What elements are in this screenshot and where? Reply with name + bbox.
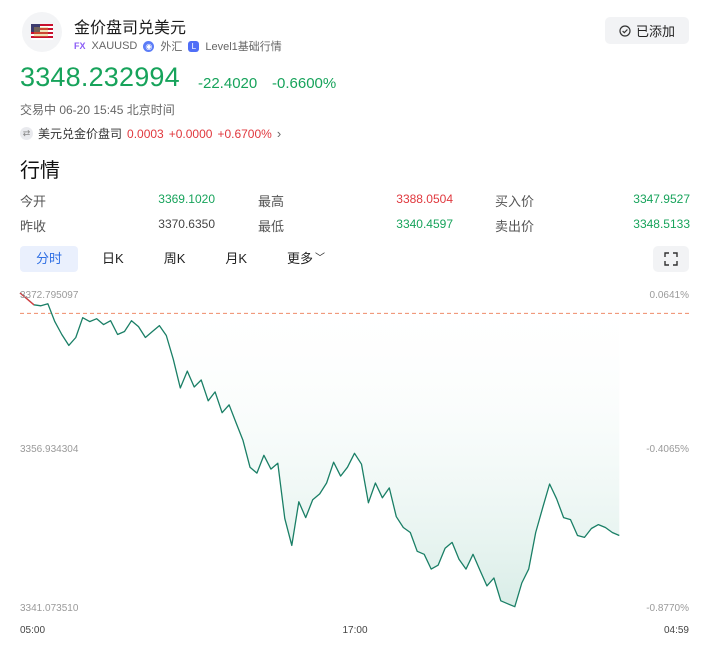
- market-tag: FX: [74, 41, 86, 51]
- y-axis-label-mid: 3356.934304: [20, 444, 79, 455]
- symbol-label: XAUUSD: [91, 40, 138, 52]
- chart-period-tabs: 分时 日K 周K 月K 更多 ﹀: [20, 246, 349, 272]
- bid-label: 买入价: [495, 194, 535, 209]
- pct-axis-label-top: 0.0641%: [650, 290, 690, 301]
- x-axis-label-start: 05:00: [20, 625, 45, 636]
- fullscreen-icon: [664, 252, 678, 266]
- category-label: 外汇: [160, 41, 183, 53]
- prev-close-value: 3370.6350: [158, 217, 215, 231]
- fullscreen-button[interactable]: [653, 246, 689, 272]
- flag-icon: [22, 12, 62, 52]
- pct-axis-label-mid: -0.4065%: [646, 444, 689, 455]
- tab-more[interactable]: 更多 ﹀: [271, 246, 341, 272]
- open-value: 3369.1020: [158, 192, 215, 206]
- level-label: Level1基础行情: [205, 41, 282, 53]
- related-change-pct: +0.6700%: [217, 126, 272, 141]
- bid-value: 3347.9527: [633, 192, 690, 206]
- intraday-chart[interactable]: 3372.795097 3356.934304 3341.073510 0.06…: [0, 280, 705, 640]
- chevron-down-icon: ﹀: [315, 253, 326, 264]
- related-price: 0.0003: [127, 126, 164, 141]
- instrument-meta: FX XAUUSD ◉ 外汇 L Level1基础行情: [74, 38, 282, 54]
- y-axis-label-bottom: 3341.073510: [20, 603, 79, 614]
- instrument-title: 金价盘司兑美元: [74, 20, 187, 37]
- price-change-pct: -0.6600%: [272, 75, 337, 92]
- price-area-fill: [20, 292, 620, 607]
- added-watchlist-button[interactable]: 已添加: [605, 17, 689, 44]
- ask-value: 3348.5133: [633, 217, 690, 231]
- trading-status: 交易中 06-20 15:45 北京时间: [20, 103, 175, 117]
- tab-daily-k[interactable]: 日K: [86, 246, 140, 272]
- high-value: 3388.0504: [396, 192, 453, 206]
- tab-monthly-k[interactable]: 月K: [209, 246, 263, 272]
- chevron-right-icon: ›: [276, 126, 282, 141]
- x-axis-label-mid: 17:00: [342, 625, 367, 636]
- globe-icon: ◉: [143, 40, 155, 52]
- section-title: 行情: [20, 160, 60, 182]
- check-circle-icon: [619, 24, 631, 37]
- pct-axis-label-bottom: -0.8770%: [646, 603, 689, 614]
- high-label: 最高: [258, 194, 285, 209]
- y-axis-label-top: 3372.795097: [20, 290, 79, 301]
- related-change: +0.0000: [168, 126, 213, 141]
- tab-intraday[interactable]: 分时: [20, 246, 79, 272]
- added-label: 已添加: [635, 24, 675, 39]
- ask-label: 卖出价: [495, 219, 535, 234]
- low-label: 最低: [258, 219, 285, 234]
- low-value: 3340.4597: [396, 217, 453, 231]
- tab-weekly-k[interactable]: 周K: [148, 246, 202, 272]
- related-instrument-link[interactable]: ⇄ 美元兑金价盘司 0.0003 +0.0000 +0.6700% ›: [20, 125, 281, 142]
- last-price: 3348.232994: [20, 62, 180, 92]
- swap-icon: ⇄: [20, 127, 33, 140]
- prev-close-label: 昨收: [20, 219, 47, 234]
- x-axis-label-end: 04:59: [664, 625, 689, 636]
- price-change: -22.4020: [198, 75, 258, 92]
- tab-more-label: 更多: [287, 251, 314, 266]
- open-label: 今开: [20, 194, 47, 209]
- level-icon: L: [188, 40, 200, 52]
- related-name: 美元兑金价盘司: [38, 127, 123, 141]
